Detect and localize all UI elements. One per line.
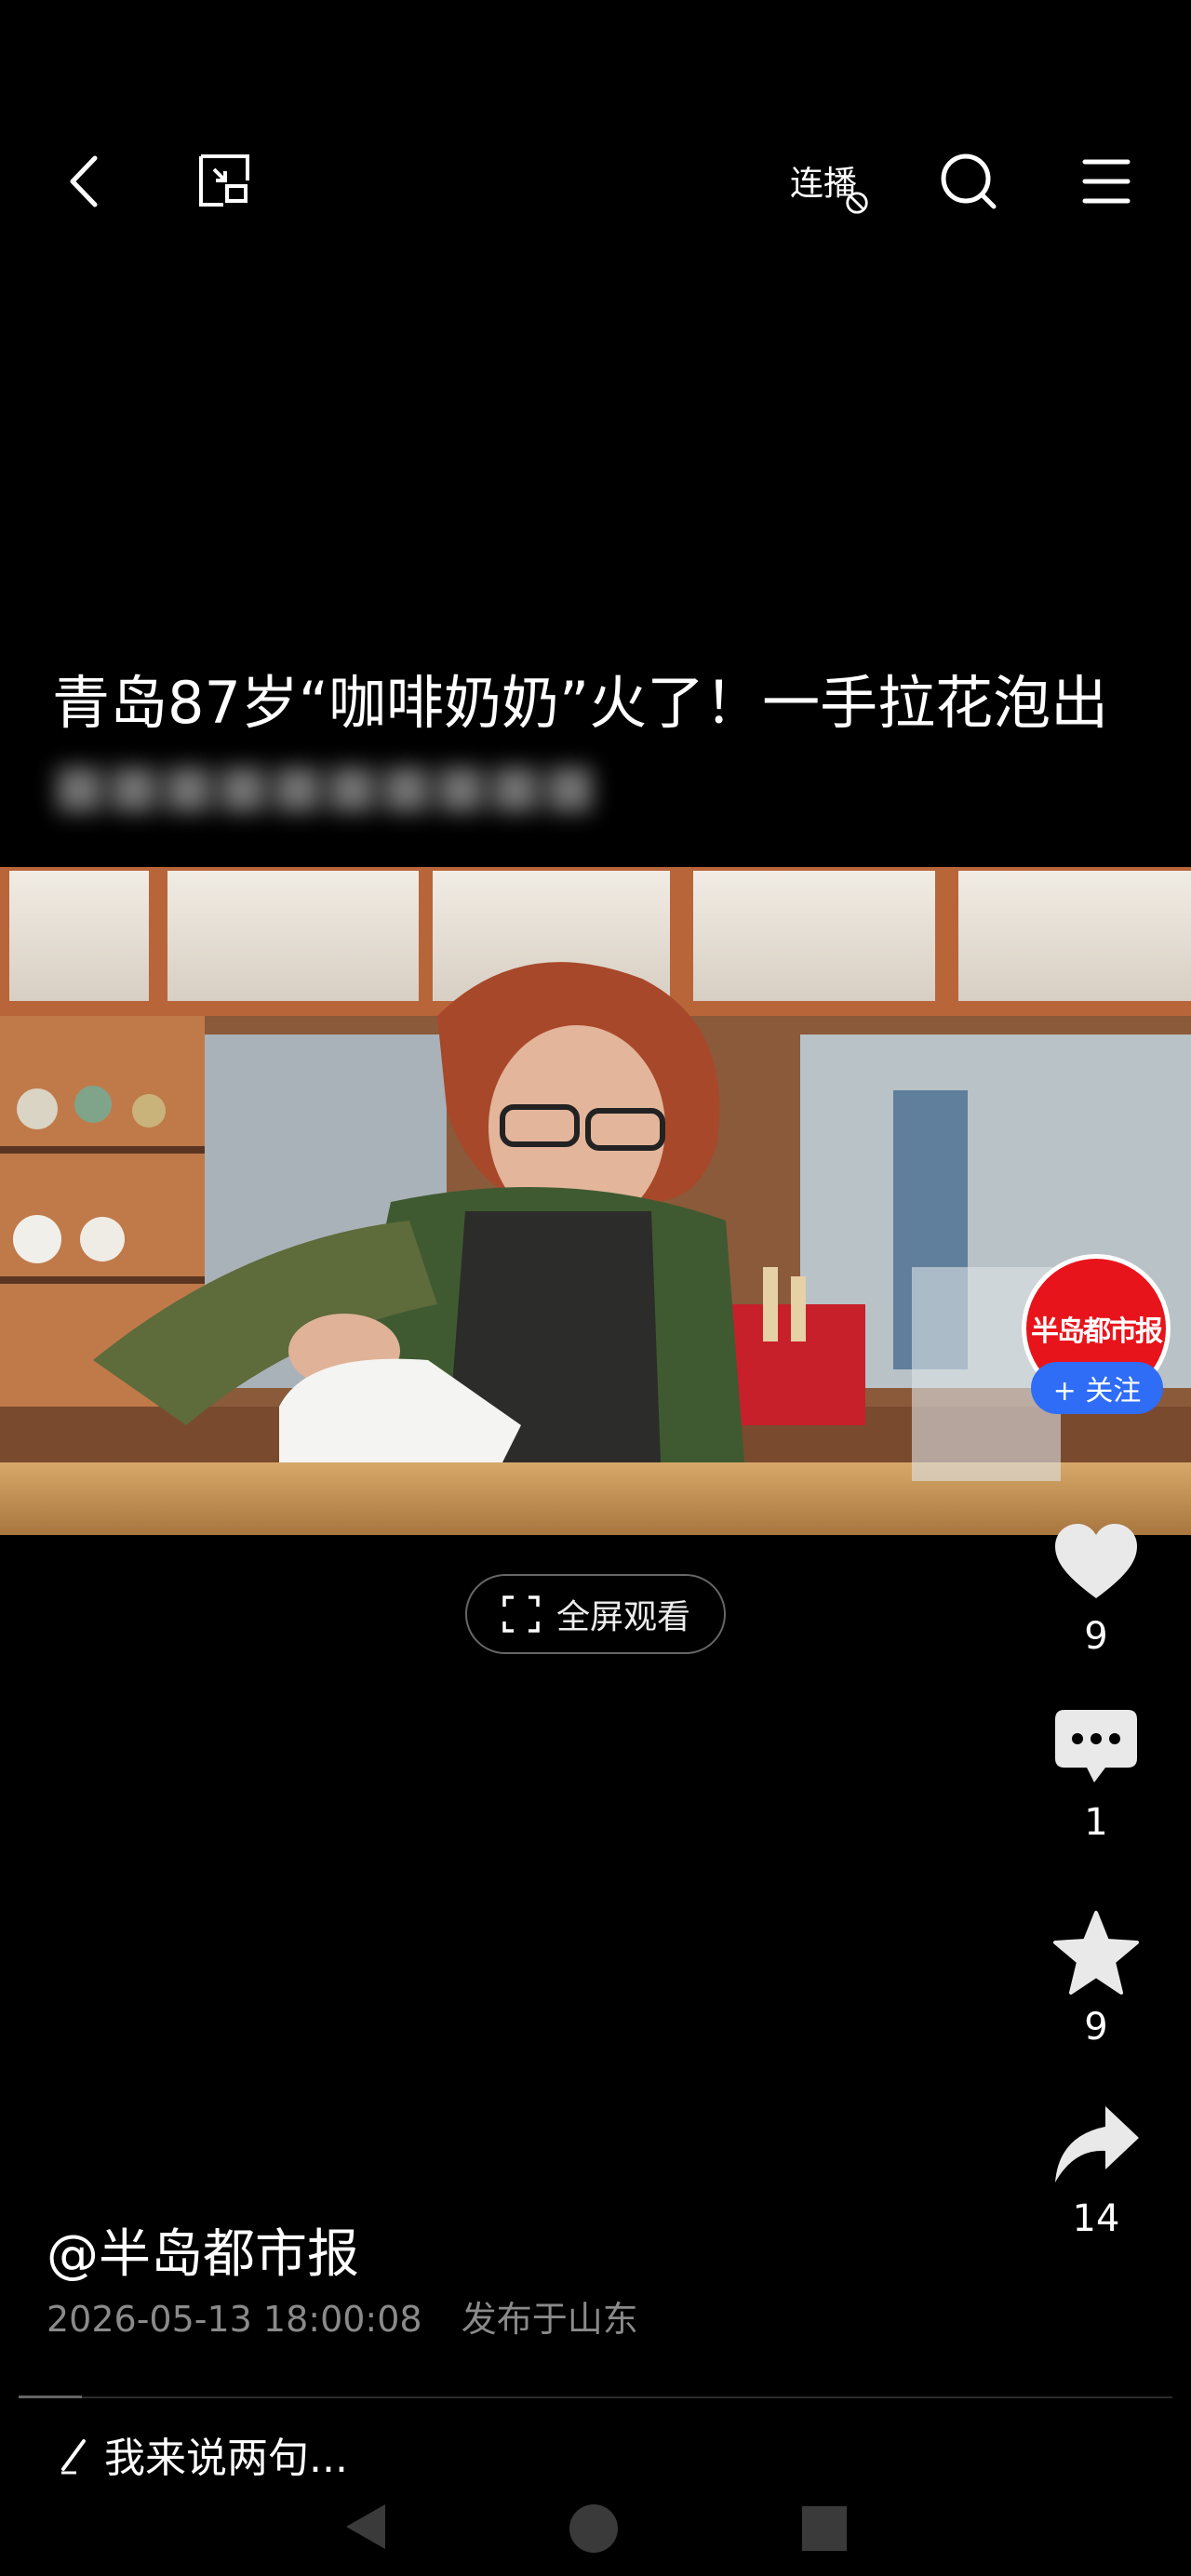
search-button[interactable] [927, 140, 1010, 223]
menu-button[interactable] [1064, 140, 1148, 223]
search-icon [941, 153, 997, 209]
nav-recents-icon[interactable] [802, 2506, 847, 2551]
fullscreen-icon [502, 1595, 540, 1633]
avatar-logo-text: 半岛都市报 [1031, 1315, 1163, 1348]
nav-back-icon[interactable] [344, 2503, 387, 2551]
pip-button[interactable] [182, 140, 266, 223]
share-arrow-icon [1055, 2106, 1139, 2182]
star-icon [1053, 1911, 1139, 1995]
comment-input[interactable]: 我来说两句... [58, 2424, 348, 2484]
heart-icon [1055, 1524, 1137, 1598]
video-frame-image [0, 867, 1191, 1535]
progress-indicator [19, 2396, 82, 2398]
pencil-icon [61, 2439, 86, 2475]
comment-count: 1 [1084, 1801, 1108, 1844]
comment-button[interactable]: 1 [1040, 1702, 1152, 1844]
comment-bubble-icon [1055, 1710, 1137, 1782]
like-button[interactable]: 9 [1040, 1516, 1152, 1658]
follow-button[interactable]: + 关注 [1031, 1362, 1163, 1414]
share-count: 14 [1072, 2197, 1120, 2240]
nav-home-icon[interactable] [568, 2503, 620, 2555]
disabled-icon [846, 192, 868, 214]
share-button[interactable]: 14 [1040, 2099, 1152, 2240]
fullscreen-label: 全屏观看 [555, 1598, 690, 1636]
post-meta: 2026-05-13 18:00:08 发布于山东 [47, 2290, 638, 2342]
post-timestamp: 2026-05-13 18:00:08 [47, 2299, 422, 2340]
post-location: 发布于山东 [461, 2299, 638, 2340]
title-overflow-fade: ■■■■■■■■■■ [52, 751, 597, 819]
comment-placeholder: 我来说两句... [104, 2435, 348, 2482]
like-count: 9 [1084, 1615, 1108, 1658]
autoplay-toggle[interactable]: 连播 [782, 140, 875, 223]
author-name[interactable]: @半岛都市报 [47, 2212, 359, 2288]
chevron-left-icon [70, 155, 98, 207]
back-button[interactable] [45, 140, 128, 223]
divider [19, 2396, 1172, 2398]
fullscreen-button[interactable]: 全屏观看 [465, 1574, 726, 1654]
favorite-button[interactable]: 9 [1040, 1907, 1152, 2049]
minimize-window-icon [199, 154, 249, 207]
favorite-count: 9 [1084, 2006, 1108, 2049]
video-player[interactable] [0, 867, 1191, 1535]
hamburger-menu-icon [1082, 159, 1131, 204]
